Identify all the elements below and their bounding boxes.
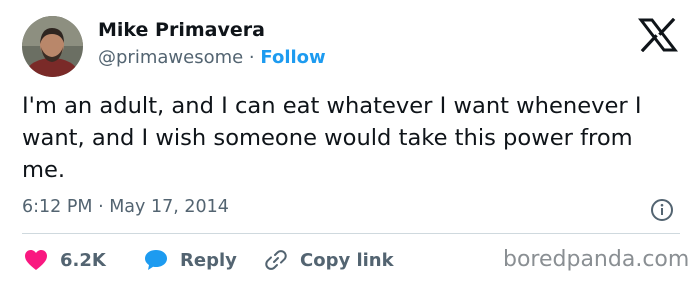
author-handle[interactable]: @primawesome [98,47,243,68]
author-name[interactable]: Mike Primavera [98,19,265,41]
author-handle-row: @primawesome · Follow [98,47,326,68]
info-icon[interactable] [650,198,674,222]
tweet-timestamp[interactable]: 6:12 PM · May 17, 2014 [22,197,229,217]
x-logo-icon[interactable] [638,18,678,52]
tweet-text: I'm an adult, and I can eat whatever I w… [22,93,642,183]
link-icon [265,250,287,270]
separator-dot: · [248,47,255,68]
reply-bubble-icon [145,250,167,270]
follow-button[interactable]: Follow [260,47,325,68]
divider [22,233,680,234]
avatar[interactable] [22,16,83,77]
copy-link-label: Copy link [300,249,394,271]
heart-icon [25,250,47,270]
copy-link-button[interactable]: Copy link [264,246,394,274]
reply-label: Reply [180,249,237,271]
watermark: boredpanda.com [503,247,690,272]
reply-button[interactable]: Reply [144,246,237,274]
avatar-photo [22,16,83,77]
like-button[interactable]: 6.2K [24,246,106,274]
like-count: 6.2K [60,249,106,271]
